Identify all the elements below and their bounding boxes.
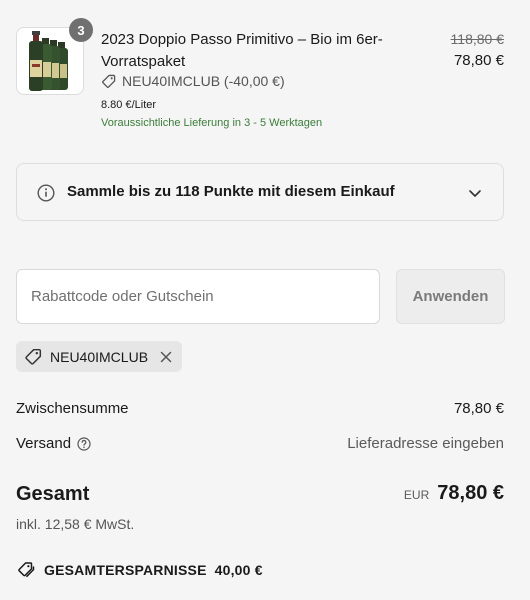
subtotal-value: 78,80 € (453, 400, 504, 417)
remove-code-button[interactable] (160, 351, 172, 363)
applied-code-label: NEU40IMCLUB (50, 348, 149, 365)
product-title: 2023 Doppio Passo Primitivo – Bio im 6er… (101, 31, 383, 70)
apply-button[interactable]: Anwenden (396, 269, 505, 324)
product-discount: NEU40IMCLUB (-40,00 €) (101, 73, 285, 89)
chevron-down-icon (469, 190, 481, 197)
product-discount-label: NEU40IMCLUB (-40,00 €) (122, 73, 285, 89)
original-price: 118,80 € (450, 31, 504, 47)
total-value: 78,80 € (437, 482, 504, 504)
points-text: Sammle bis zu 118 Punkte mit diesem Eink… (67, 183, 395, 200)
tag-icon (102, 74, 116, 88)
tax-note: inkl. 12,58 € MwSt. (16, 516, 135, 532)
shipping-row: Versand (16, 435, 91, 452)
close-icon (160, 351, 172, 362)
discount-code-input[interactable] (16, 269, 380, 324)
total-amount: EUR 78,80 € (404, 482, 504, 505)
applied-code-chip: NEU40IMCLUB (16, 341, 183, 372)
total-label: Gesamt (16, 483, 90, 505)
total-savings: GESAMTERSPARNISSE 40,00 € (16, 561, 263, 579)
tag-icon (18, 562, 35, 578)
shipping-label: Versand (16, 435, 72, 452)
help-icon[interactable] (77, 436, 91, 451)
savings-label: GESAMTERSPARNISSE (44, 562, 207, 578)
info-icon (37, 184, 55, 202)
tag-icon (25, 348, 42, 365)
points-disclosure[interactable]: Sammle bis zu 118 Punkte mit diesem Eink… (16, 163, 504, 221)
subtotal-label: Zwischensumme (16, 400, 129, 417)
shipping-value: Lieferadresse eingeben (347, 435, 504, 452)
savings-value: 40,00 € (214, 562, 263, 578)
delivery-estimate: Voraussichtliche Lieferung in 3 - 5 Werk… (101, 117, 323, 129)
currency-code: EUR (403, 488, 430, 502)
quantity-badge: 3 (69, 18, 93, 42)
product-price: 78,80 € (453, 52, 504, 69)
unit-price: 8.80 €/Liter (101, 99, 157, 111)
